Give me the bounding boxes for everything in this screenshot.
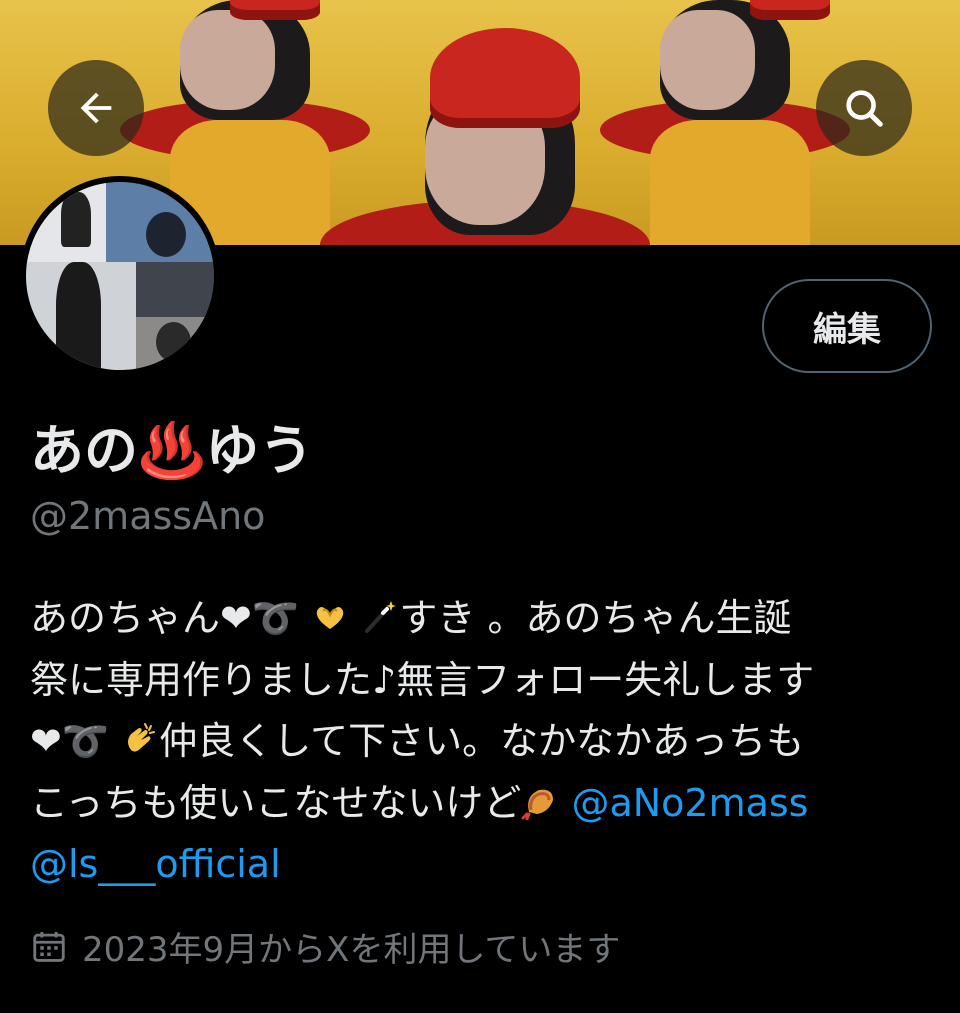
calendar-icon	[33, 931, 65, 962]
bio-text: あのちゃん❤︎	[30, 596, 252, 640]
bio-line: こっちも使いこなせないけど @aNo2mass	[30, 773, 930, 835]
curl-icon: ➰	[61, 719, 110, 763]
avatar[interactable]	[20, 176, 220, 376]
profile-bio: あのちゃん❤︎➰ すき 。あのちゃん生誕 祭に専用作りました♪無言フォロー失礼し…	[30, 588, 930, 896]
bio-text: 仲良くして下さい。なかなかあっちも	[159, 719, 805, 763]
bio-line: @ls___official	[30, 834, 930, 896]
bio-text: こっちも使いこなせないけど	[30, 780, 522, 825]
bio-text: すき 。あのちゃん生誕	[399, 596, 792, 640]
bio-line: 祭に専用作りました♪無言フォロー失礼します	[30, 657, 815, 702]
search-icon	[846, 90, 883, 127]
fried-shrimp-icon	[521, 789, 554, 820]
mention-link[interactable]: @ls___official	[30, 842, 281, 886]
bio-line: ❤︎➰ 仲良くして下さい。なかなかあっちも	[30, 711, 930, 773]
heart-hands-icon	[317, 607, 344, 629]
curl-icon: ➰	[251, 596, 300, 640]
joined-date: 2023年9月からXを利用しています	[30, 922, 620, 971]
heart-icon: ❤︎	[30, 719, 62, 763]
edit-profile-button[interactable]: 編集	[762, 279, 932, 373]
search-button[interactable]	[816, 60, 912, 156]
arrow-left-icon	[80, 92, 112, 124]
clapping-hands-icon	[128, 723, 156, 752]
bio-line: あのちゃん❤︎➰ すき 。あのちゃん生誕	[30, 588, 930, 650]
magic-wand-icon	[365, 601, 397, 633]
mention-link[interactable]: @aNo2mass	[571, 781, 808, 825]
joined-text: 2023年9月からXを利用しています	[82, 930, 621, 970]
avatar-image	[26, 182, 214, 370]
back-button[interactable]	[48, 60, 144, 156]
display-name: あの♨️ゆう	[30, 419, 314, 482]
user-handle: @2massAno	[30, 494, 266, 538]
